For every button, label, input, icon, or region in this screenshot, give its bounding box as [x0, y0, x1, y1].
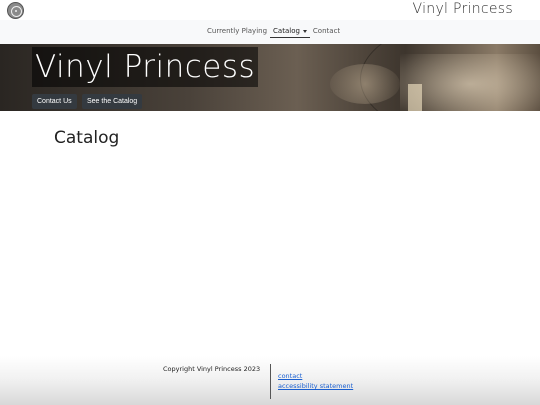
- footer-accessibility-link[interactable]: accessibility statement: [278, 382, 353, 390]
- vinyl-record-icon[interactable]: [7, 2, 24, 19]
- hero-image-highlight: [330, 64, 400, 104]
- contact-us-button[interactable]: Contact Us: [32, 94, 77, 109]
- see-catalog-button[interactable]: See the Catalog: [82, 94, 143, 109]
- main-nav: Currently Playing Catalog Contact: [0, 20, 540, 44]
- hero-title: Vinyl Princess: [32, 47, 259, 87]
- hero-image-tonearm: [408, 84, 422, 111]
- page-title: Catalog: [54, 128, 120, 148]
- copyright-text: Copyright Vinyl Princess 2023: [163, 365, 261, 373]
- footer-divider: [270, 364, 271, 399]
- brand-name[interactable]: Vinyl Princess: [413, 1, 513, 17]
- top-bar: Vinyl Princess: [0, 0, 540, 20]
- nav-catalog[interactable]: Catalog: [270, 25, 310, 38]
- nav-currently-playing[interactable]: Currently Playing: [204, 25, 270, 38]
- nav-contact[interactable]: Contact: [310, 25, 343, 38]
- footer-contact-link[interactable]: contact: [278, 372, 302, 380]
- chevron-down-icon: [302, 29, 307, 33]
- nav-catalog-label: Catalog: [273, 27, 300, 35]
- footer: Copyright Vinyl Princess 2023 contact ac…: [0, 356, 540, 405]
